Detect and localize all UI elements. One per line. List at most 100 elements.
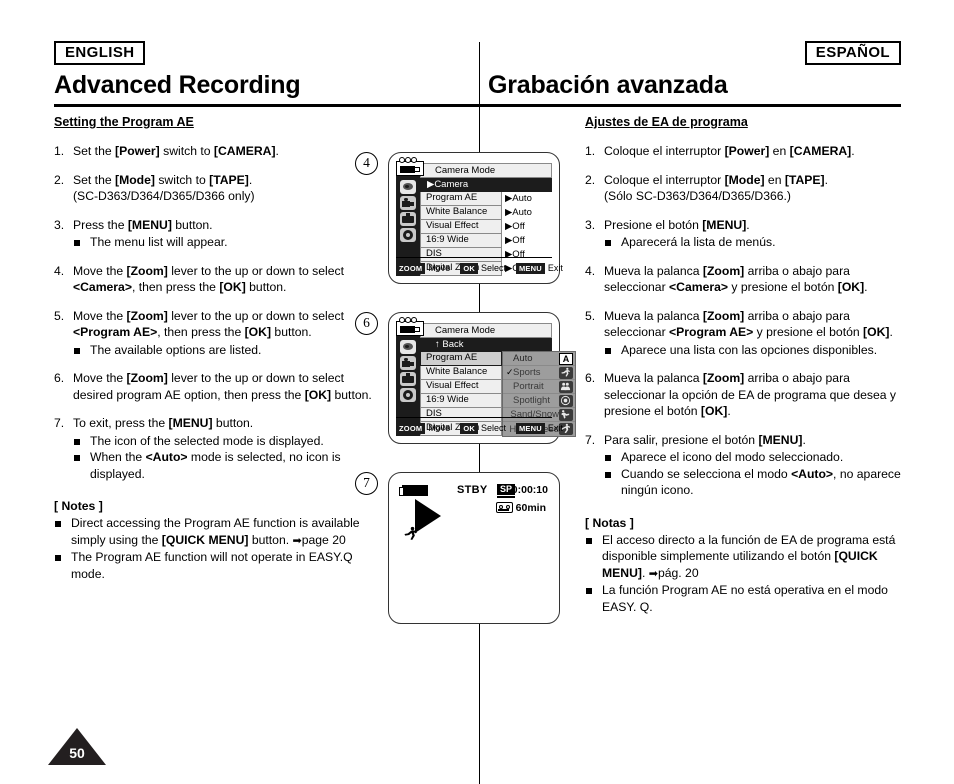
step-number: 4. <box>585 263 596 278</box>
sports-icon <box>559 366 573 379</box>
step-text: Mueva la palanca [Zoom] arriba o abajo p… <box>604 263 868 295</box>
timecode-display: 0:00:10 <box>511 484 548 496</box>
step-item: 5. Mueva la palanca [Zoom] arriba o abajo… <box>585 308 905 359</box>
step-number: 4. <box>54 263 65 278</box>
program-ae-option[interactable]: ✓ Sports <box>503 366 575 380</box>
program-ae-option[interactable]: Sand/Snow <box>503 408 575 422</box>
option-label: Auto <box>513 353 533 364</box>
menu-selected-camera-row[interactable]: ▶Camera <box>420 178 552 192</box>
step-text: Move the [Zoom] lever to the up or down … <box>73 263 344 295</box>
step-text: Set the [Power] switch to [CAMERA]. <box>73 144 279 158</box>
gear-icon[interactable] <box>400 388 416 402</box>
menu-screen-2: Camera Mode ↑ Back Program AE White Balan… <box>396 317 576 437</box>
program-ae-option[interactable]: Auto A <box>503 352 575 366</box>
note-item: El acceso directo a la función de EA de … <box>585 532 905 583</box>
step-number: 2. <box>585 172 596 187</box>
guide-key-menu[interactable]: MENU <box>515 263 545 274</box>
menu-row-label: Visual Effect <box>420 380 502 394</box>
menu-row[interactable]: Program AE ▶Auto <box>420 192 552 206</box>
step-item: 2. Set the [Mode] switch to [TAPE]. (SC-D3… <box>54 172 384 205</box>
menu-row[interactable]: 16:9 Wide ▶Off <box>420 234 552 248</box>
note-item: La función Program AE no está operativa … <box>585 582 905 615</box>
page-number-text: 50 <box>69 745 85 761</box>
menu-row[interactable]: White Balance ▶Auto <box>420 206 552 220</box>
sports-mode-icon <box>404 526 418 540</box>
notes-title-spanish: [ Notas ] <box>585 515 634 530</box>
step-item: 4. Mueva la palanca [Zoom] arriba o abajo… <box>585 263 905 296</box>
menu-row-label: DIS <box>420 408 502 422</box>
steps-list-english: 1. Set the [Power] switch to [CAMERA]. 2. S… <box>54 143 384 482</box>
step-text: Mueva la palanca [Zoom] arriba o abajo p… <box>604 308 893 340</box>
menu-sidebar-2 <box>396 323 420 436</box>
step-text: Mueva la palanca [Zoom] arriba o abajo p… <box>604 371 897 418</box>
menu-row[interactable]: Visual Effect ▶Off <box>420 220 552 234</box>
menu-title-1: Camera Mode <box>420 163 552 178</box>
standby-status-label: STBY <box>457 484 488 496</box>
step-item: 3. Press the [MENU] button. The menu list … <box>54 217 384 251</box>
step-number: 7. <box>585 432 596 447</box>
step-subitem: Aparecerá la lista de menús. <box>604 234 905 251</box>
camcorder-icon[interactable] <box>400 196 416 210</box>
step-number: 7. <box>54 416 65 430</box>
gear-icon[interactable] <box>400 228 416 242</box>
step-number: 6. <box>54 371 65 385</box>
step-item: 7. Para salir, presione el botón [MENU]. A… <box>585 432 905 499</box>
step-item: 6. Mueva la palanca [Zoom] arriba o abajo… <box>585 370 905 420</box>
lens-icon[interactable] <box>400 180 416 194</box>
step-text: Para salir, presione el botón [MENU]. <box>604 432 806 447</box>
lens-icon[interactable] <box>400 340 416 354</box>
notes-list-english: Direct accessing the Program AE function… <box>54 515 384 582</box>
menu-row-label: White Balance <box>420 206 502 220</box>
lcd-screen-program-ae-options: Camera Mode ↑ Back Program AE White Balan… <box>388 312 576 444</box>
guide-key-ok[interactable]: OK <box>460 263 478 274</box>
guide-action-label: Select <box>480 423 506 433</box>
menu-row-label: 16:9 Wide <box>420 394 502 408</box>
guide-key-zoom[interactable]: ZOOM <box>396 423 426 434</box>
menu-row[interactable]: DIS ▶Off <box>420 248 552 262</box>
step-subitem: Cuando se selecciona el modo <Auto>, no … <box>604 466 905 499</box>
step-text: Move the [Zoom] lever to the up or down … <box>73 371 372 402</box>
option-check-icon: ✓ <box>506 367 514 377</box>
guide-key-zoom[interactable]: ZOOM <box>396 263 426 274</box>
note-item: The Program AE function will not operate… <box>54 549 384 582</box>
monitor-icon[interactable] <box>400 212 416 226</box>
english-column: Setting the Program AE 1. Set the [Power]… <box>54 115 384 582</box>
page-title-english: Advanced Recording <box>54 71 301 99</box>
lcd-screen-standby: STBY SP 0:00:10 60min <box>388 472 560 624</box>
spanish-column: Ajustes de EA de programa 1. Coloque el i… <box>585 115 905 615</box>
step-item: 3. Presione el botón [MENU]. Aparecerá la … <box>585 217 905 251</box>
manual-page: ENGLISH ESPAÑOL Advanced Recording Graba… <box>0 0 954 784</box>
title-rule <box>54 104 901 107</box>
page-title-spanish: Grabación avanzada <box>488 71 728 99</box>
menu-row-label: DIS <box>420 248 502 262</box>
step-number: 3. <box>54 217 65 232</box>
notes-block-english: [ Notes ] Direct accessing the Program A… <box>54 498 384 582</box>
step-sublist: Aparece el icono del modo seleccionado. C… <box>604 449 905 499</box>
guide-key-menu[interactable]: MENU <box>515 423 545 434</box>
menu-row-label: Program AE <box>420 192 502 206</box>
program-ae-option[interactable]: Portrait <box>503 380 575 394</box>
guide-bar-2: ZOOM Move OK Select MENU Exit <box>396 423 563 434</box>
menu-title-2: Camera Mode <box>420 323 552 338</box>
step-sublist: The menu list will appear. <box>73 234 384 251</box>
camcorder-mode-tab-icon <box>396 157 424 176</box>
program-ae-option[interactable]: Spotlight <box>503 394 575 408</box>
menu-row-value: ▶Off <box>505 249 525 260</box>
language-badge-english: ENGLISH <box>54 41 146 65</box>
standby-display: STBY SP 0:00:10 60min <box>389 473 559 623</box>
notes-list-spanish: El acceso directo a la función de EA de … <box>585 532 905 616</box>
monitor-icon[interactable] <box>400 372 416 386</box>
guide-bar-1: ZOOM Move OK Select MENU Exit <box>396 263 563 274</box>
step-subitem: The icon of the selected mode is display… <box>73 433 384 450</box>
camcorder-icon[interactable] <box>400 356 416 370</box>
notes-title-english: [ Notes ] <box>54 499 103 513</box>
guide-key-ok[interactable]: OK <box>460 423 478 434</box>
step-text: Presione el botón [MENU]. <box>604 217 750 232</box>
section-heading-english: Setting the Program AE <box>54 115 194 129</box>
menu-back-row[interactable]: ↑ Back <box>420 338 552 352</box>
step-number: 2. <box>54 172 65 187</box>
guide-action-label: Move <box>428 423 451 433</box>
step-sublist: Aparecerá la lista de menús. <box>604 234 905 251</box>
step-text: Move the [Zoom] lever to the up or down … <box>73 308 344 340</box>
menu-row-label: White Balance <box>420 366 502 380</box>
